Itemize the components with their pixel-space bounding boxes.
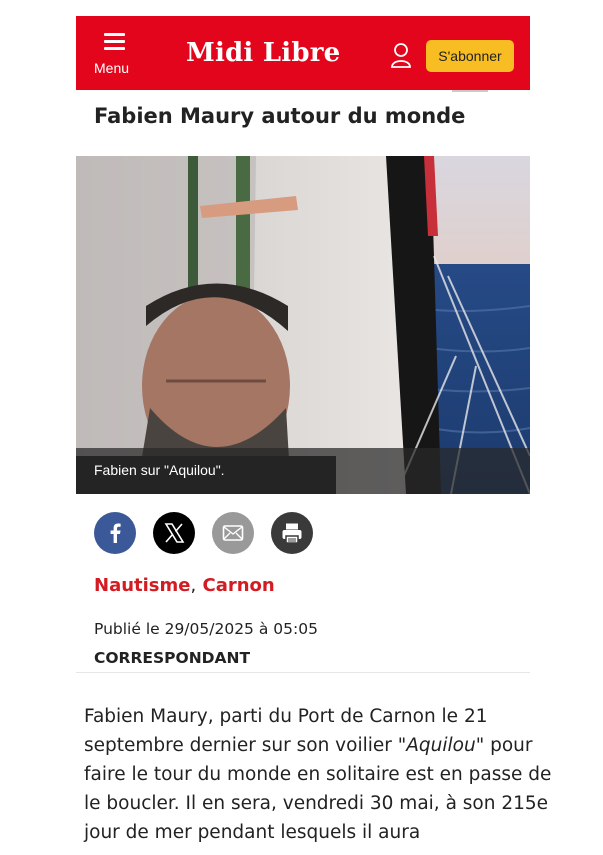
article-paragraph: Fabien Maury, parti du Port de Carnon le… xyxy=(84,702,554,847)
tag-link-carnon[interactable]: Carnon xyxy=(203,575,275,596)
facebook-share-button[interactable] xyxy=(94,512,136,554)
photo-caption: Fabien sur "Aquilou". xyxy=(94,462,225,478)
print-icon xyxy=(282,523,302,544)
caption-bar: Fabien sur "Aquilou". xyxy=(76,448,530,494)
x-icon xyxy=(164,523,185,543)
site-header: Menu Midi Libre S'abonner xyxy=(76,16,530,90)
site-logo[interactable]: Midi Libre xyxy=(186,38,340,68)
published-date: Publié le 29/05/2025 à 05:05 xyxy=(94,620,318,638)
tag-link-nautisme[interactable]: Nautisme xyxy=(94,575,190,596)
email-share-button[interactable] xyxy=(212,512,254,554)
tag-separator: , xyxy=(190,575,197,596)
byline-divider xyxy=(76,672,530,673)
menu-button[interactable]: Menu xyxy=(90,28,140,82)
x-share-button[interactable] xyxy=(153,512,195,554)
mail-icon xyxy=(222,525,244,541)
header-divider xyxy=(452,90,488,92)
subscribe-button[interactable]: S'abonner xyxy=(426,40,514,72)
user-icon[interactable] xyxy=(390,42,412,68)
article-body: Fabien Maury, parti du Port de Carnon le… xyxy=(84,702,554,847)
article-photo[interactable]: Fabien sur "Aquilou". xyxy=(76,156,530,494)
author-name: CORRESPONDANT xyxy=(94,649,251,667)
facebook-icon xyxy=(110,523,121,543)
print-button[interactable] xyxy=(271,512,313,554)
article-title: Fabien Maury autour du monde xyxy=(94,104,466,128)
boat-name: Aquilou xyxy=(406,735,476,756)
article-tags: Nautisme, Carnon xyxy=(94,575,275,596)
menu-label: Menu xyxy=(94,60,130,76)
